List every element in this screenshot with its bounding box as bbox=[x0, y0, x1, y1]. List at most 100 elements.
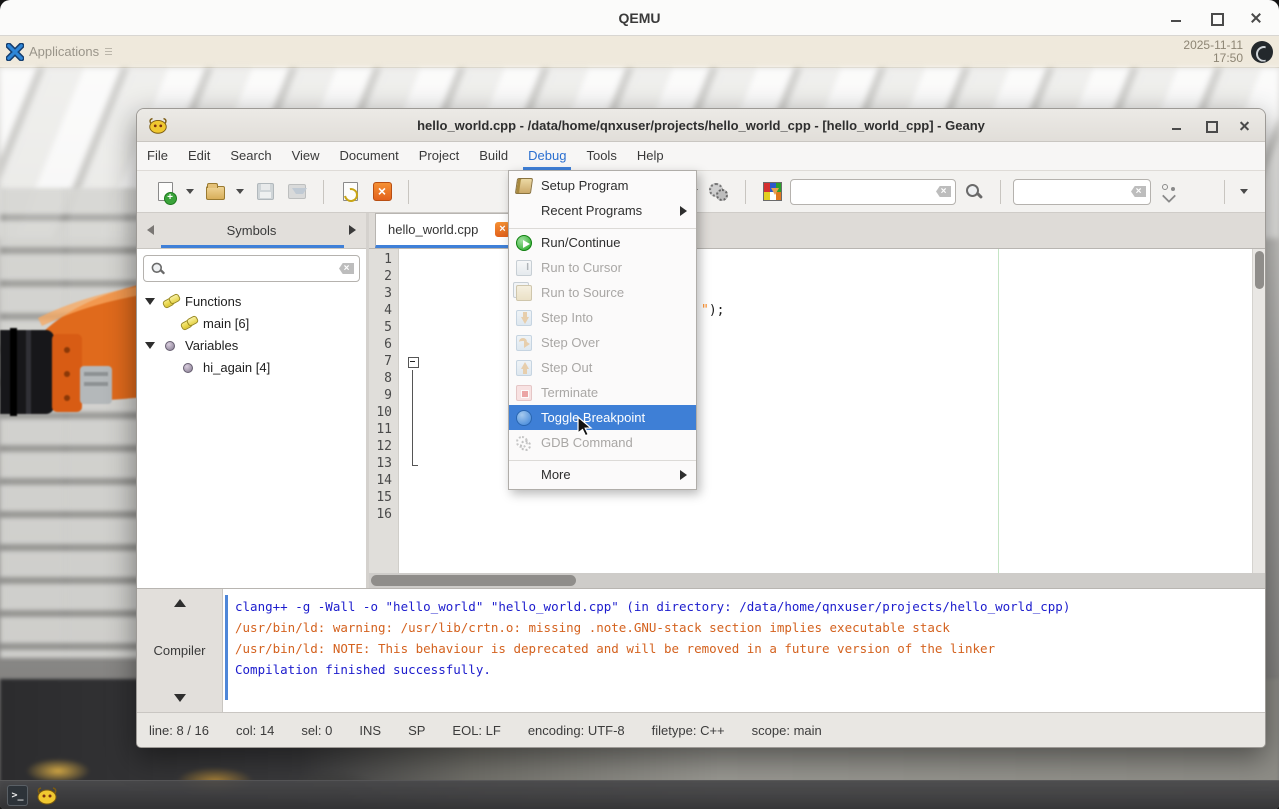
line-number[interactable]: 5 bbox=[369, 319, 399, 336]
code-line[interactable]: 2 bbox=[369, 268, 1265, 285]
fold-margin[interactable] bbox=[407, 319, 421, 336]
geany-maximize-button[interactable] bbox=[1205, 120, 1218, 133]
previous-message-button[interactable] bbox=[173, 599, 186, 607]
line-number[interactable]: 6 bbox=[369, 336, 399, 353]
menubar-item[interactable]: Project bbox=[409, 141, 469, 170]
tree-expander-icon[interactable] bbox=[145, 297, 155, 305]
fold-margin[interactable] bbox=[407, 506, 421, 523]
debug-menu-item[interactable]: More bbox=[509, 462, 696, 487]
geany-titlebar[interactable]: hello_world.cpp - /data/home/qnxuser/pro… bbox=[137, 109, 1265, 142]
toolbar-overflow-dropdown[interactable] bbox=[1237, 178, 1251, 206]
fold-margin[interactable] bbox=[407, 302, 421, 319]
debug-menu-item[interactable]: GDB Command bbox=[509, 430, 696, 455]
debug-menu-item[interactable]: Run/Continue bbox=[509, 230, 696, 255]
fold-margin[interactable] bbox=[407, 285, 421, 302]
revert-button[interactable] bbox=[336, 178, 364, 206]
code-line[interactable]: 3 bbox=[369, 285, 1265, 302]
debug-menu-item[interactable]: Run to Source bbox=[509, 280, 696, 305]
save-button[interactable] bbox=[251, 178, 279, 206]
compiler-message[interactable]: clang++ -g -Wall -o "hello_world" "hello… bbox=[235, 596, 1255, 617]
next-message-button[interactable] bbox=[173, 694, 186, 702]
fold-margin[interactable] bbox=[407, 455, 421, 472]
fold-margin[interactable] bbox=[407, 370, 421, 387]
fold-margin[interactable] bbox=[407, 353, 421, 370]
code-line[interactable]: 4 const std::"); bbox=[369, 302, 1265, 335]
menubar-item[interactable]: Help bbox=[627, 141, 674, 170]
symbols-tree-row[interactable]: Variables bbox=[137, 334, 366, 356]
line-number[interactable]: 4 bbox=[369, 302, 399, 319]
compiler-tab-label[interactable]: Compiler bbox=[153, 607, 205, 694]
fold-margin[interactable] bbox=[407, 472, 421, 489]
line-number[interactable]: 11 bbox=[369, 421, 399, 438]
taskbar-terminal-icon[interactable]: >_ bbox=[7, 784, 28, 806]
menubar-item[interactable]: Edit bbox=[178, 141, 220, 170]
qemu-minimize-button[interactable] bbox=[1169, 11, 1183, 25]
compiler-message[interactable]: /usr/bin/ld: warning: /usr/lib/crtn.o: m… bbox=[235, 617, 1255, 638]
code-line[interactable]: 16 bbox=[369, 506, 1265, 523]
line-number[interactable]: 3 bbox=[369, 285, 399, 302]
fold-margin[interactable] bbox=[407, 404, 421, 421]
fold-margin[interactable] bbox=[407, 438, 421, 455]
line-number[interactable]: 1 bbox=[369, 251, 399, 268]
code-line[interactable]: 1 #include <i bbox=[369, 251, 1265, 284]
code-line[interactable]: 8 std::co bbox=[369, 370, 1265, 403]
close-file-button[interactable]: × bbox=[368, 178, 396, 206]
horizontal-scrollbar[interactable] bbox=[369, 573, 1265, 588]
compiler-message[interactable]: /usr/bin/ld: NOTE: This behaviour is dep… bbox=[235, 638, 1255, 659]
geany-minimize-button[interactable] bbox=[1171, 120, 1183, 132]
symbol-filter-input[interactable]: × bbox=[143, 255, 360, 282]
editor-tab[interactable]: hello_world.cpp × bbox=[375, 213, 517, 248]
vertical-scrollbar[interactable] bbox=[1252, 249, 1265, 573]
goto-line-button[interactable] bbox=[1155, 178, 1183, 206]
code-line[interactable]: 11 bbox=[369, 421, 1265, 438]
symbols-tree-row[interactable]: hi_again [4] bbox=[137, 356, 366, 378]
menubar-item[interactable]: Document bbox=[330, 141, 409, 170]
fold-margin[interactable] bbox=[407, 387, 421, 404]
code-line[interactable]: 13 } bbox=[369, 455, 1265, 488]
fold-margin[interactable] bbox=[407, 268, 421, 285]
compiler-output[interactable]: clang++ -g -Wall -o "hello_world" "hello… bbox=[223, 589, 1265, 712]
compiler-message[interactable]: Compilation finished successfully. bbox=[235, 659, 1255, 680]
fold-margin[interactable] bbox=[407, 251, 421, 268]
menubar-item[interactable]: Build bbox=[469, 141, 518, 170]
debug-menu-item[interactable]: Run to Cursor bbox=[509, 255, 696, 280]
qemu-close-button[interactable] bbox=[1249, 11, 1263, 25]
debug-menu-item[interactable]: Step Over bbox=[509, 330, 696, 355]
line-number[interactable]: 2 bbox=[369, 268, 399, 285]
search-input[interactable]: × bbox=[790, 178, 956, 205]
menubar-item[interactable]: File bbox=[137, 141, 178, 170]
open-file-button[interactable] bbox=[201, 178, 229, 206]
tray-status-icon[interactable] bbox=[1251, 40, 1273, 63]
tree-expander-icon[interactable] bbox=[145, 341, 155, 349]
taskbar-geany-icon[interactable] bbox=[35, 785, 59, 805]
debug-menu-item[interactable]: Setup Program bbox=[509, 173, 696, 198]
debug-menu-item[interactable]: Toggle Breakpoint bbox=[509, 405, 696, 430]
new-file-button[interactable] bbox=[151, 178, 179, 206]
code-view[interactable]: 1 #include <i 2 bbox=[369, 249, 1265, 573]
menubar-item[interactable]: Debug bbox=[518, 141, 576, 170]
sidebar-tab-scroll-left[interactable] bbox=[147, 225, 154, 235]
symbols-tree-row[interactable]: Functions bbox=[137, 290, 366, 312]
debug-menu-item[interactable] bbox=[509, 455, 696, 462]
applications-menu[interactable]: Applications bbox=[29, 44, 99, 59]
code-line[interactable]: 10 std::co bbox=[369, 404, 1265, 437]
line-number[interactable]: 8 bbox=[369, 370, 399, 387]
clear-goto-icon[interactable]: × bbox=[1131, 186, 1146, 197]
symbol-filter-clear-icon[interactable]: × bbox=[339, 263, 354, 274]
qemu-maximize-button[interactable] bbox=[1209, 11, 1224, 26]
build-options-button[interactable] bbox=[705, 178, 733, 206]
fold-margin[interactable] bbox=[407, 489, 421, 506]
debug-menu-item[interactable] bbox=[509, 223, 696, 230]
line-number[interactable]: 16 bbox=[369, 506, 399, 523]
menubar-item[interactable]: Tools bbox=[576, 141, 626, 170]
code-line[interactable]: 9 bbox=[369, 387, 1265, 404]
menubar-item[interactable]: Search bbox=[220, 141, 281, 170]
debug-menu-item[interactable]: Recent Programs bbox=[509, 198, 696, 223]
new-file-dropdown[interactable] bbox=[183, 178, 197, 206]
panel-clock[interactable]: 2025-11-11 17:50 bbox=[1183, 38, 1251, 65]
code-line[interactable]: 15 bbox=[369, 489, 1265, 506]
clear-search-icon[interactable]: × bbox=[936, 186, 951, 197]
geany-close-button[interactable] bbox=[1239, 120, 1251, 132]
line-number[interactable]: 13 bbox=[369, 455, 399, 472]
code-line[interactable]: 7 { bbox=[369, 353, 1265, 386]
